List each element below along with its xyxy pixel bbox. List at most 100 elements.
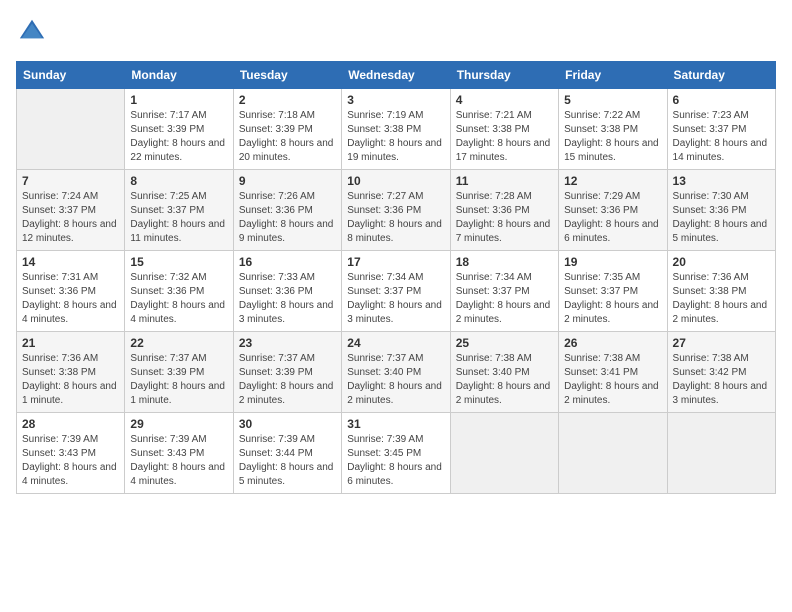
day-info: Sunrise: 7:38 AMSunset: 3:40 PMDaylight:…: [456, 352, 553, 408]
day-info: Sunrise: 7:34 AMSunset: 3:37 PMDaylight:…: [456, 271, 553, 327]
calendar-cell: 25 Sunrise: 7:38 AMSunset: 3:40 PMDayligh…: [450, 332, 558, 413]
day-info: Sunrise: 7:29 AMSunset: 3:36 PMDaylight:…: [564, 190, 661, 246]
day-number: 7: [22, 174, 119, 188]
calendar-cell: 21Sunrise: 7:36 AMSunset: 3:38 PMDayligh…: [17, 332, 125, 413]
day-info: Sunrise: 7:37 AMSunset: 3:39 PMDaylight:…: [239, 352, 336, 408]
day-number: 19: [564, 255, 661, 269]
calendar-cell: 19 Sunrise: 7:35 AMSunset: 3:37 PMDayligh…: [559, 251, 667, 332]
day-number: 14: [22, 255, 119, 269]
day-info: Sunrise: 7:38 AMSunset: 3:41 PMDaylight:…: [564, 352, 661, 408]
calendar-cell: 11 Sunrise: 7:28 AMSunset: 3:36 PMDayligh…: [450, 170, 558, 251]
day-number: 22: [130, 336, 227, 350]
day-number: 15: [130, 255, 227, 269]
calendar-cell: 4Sunrise: 7:21 AMSunset: 3:38 PMDaylight…: [450, 89, 558, 170]
calendar-cell: 8 Sunrise: 7:25 AMSunset: 3:37 PMDaylight…: [125, 170, 233, 251]
day-number: 6: [673, 93, 770, 107]
calendar-cell: [450, 413, 558, 494]
calendar-cell: 27Sunrise: 7:38 AMSunset: 3:42 PMDayligh…: [667, 332, 775, 413]
weekday-header-friday: Friday: [559, 62, 667, 89]
day-number: 16: [239, 255, 336, 269]
day-number: 20: [673, 255, 770, 269]
calendar-cell: 13 Sunrise: 7:30 AMSunset: 3:36 PMDayligh…: [667, 170, 775, 251]
weekday-header-tuesday: Tuesday: [233, 62, 341, 89]
day-number: 26: [564, 336, 661, 350]
day-number: 12: [564, 174, 661, 188]
calendar-cell: 7 Sunrise: 7:24 AMSunset: 3:37 PMDaylight…: [17, 170, 125, 251]
day-number: 28: [22, 417, 119, 431]
day-info: Sunrise: 7:38 AMSunset: 3:42 PMDaylight:…: [673, 352, 770, 408]
day-info: Sunrise: 7:37 AMSunset: 3:39 PMDaylight:…: [130, 352, 227, 408]
day-info: Sunrise: 7:18 AMSunset: 3:39 PMDaylight:…: [239, 109, 336, 165]
day-info: Sunrise: 7:31 AMSunset: 3:36 PMDaylight:…: [22, 271, 119, 327]
calendar-week-row: 28 Sunrise: 7:39 AMSunset: 3:43 PMDayligh…: [17, 413, 776, 494]
day-info: Sunrise: 7:36 AMSunset: 3:38 PMDaylight:…: [673, 271, 770, 327]
weekday-header-thursday: Thursday: [450, 62, 558, 89]
day-info: Sunrise: 7:22 AMSunset: 3:38 PMDaylight:…: [564, 109, 661, 165]
calendar-cell: 3 Sunrise: 7:19 AMSunset: 3:38 PMDaylight…: [342, 89, 450, 170]
calendar-cell: 10 Sunrise: 7:27 AMSunset: 3:36 PMDayligh…: [342, 170, 450, 251]
day-info: Sunrise: 7:30 AMSunset: 3:36 PMDaylight:…: [673, 190, 770, 246]
logo: [16, 16, 50, 49]
calendar-cell: 14 Sunrise: 7:31 AMSunset: 3:36 PMDayligh…: [17, 251, 125, 332]
calendar-cell: 2 Sunrise: 7:18 AMSunset: 3:39 PMDaylight…: [233, 89, 341, 170]
calendar-cell: 9 Sunrise: 7:26 AMSunset: 3:36 PMDaylight…: [233, 170, 341, 251]
day-info: Sunrise: 7:39 AMSunset: 3:45 PMDaylight:…: [347, 433, 444, 489]
day-info: Sunrise: 7:39 AMSunset: 3:43 PMDaylight:…: [130, 433, 227, 489]
calendar-cell: [559, 413, 667, 494]
day-number: 24: [347, 336, 444, 350]
calendar-cell: 16 Sunrise: 7:33 AMSunset: 3:36 PMDayligh…: [233, 251, 341, 332]
day-info: Sunrise: 7:34 AMSunset: 3:37 PMDaylight:…: [347, 271, 444, 327]
day-info: Sunrise: 7:35 AMSunset: 3:37 PMDaylight:…: [564, 271, 661, 327]
calendar-cell: 6 Sunrise: 7:23 AMSunset: 3:37 PMDaylight…: [667, 89, 775, 170]
calendar-table: SundayMondayTuesdayWednesdayThursdayFrid…: [16, 61, 776, 494]
weekday-header-monday: Monday: [125, 62, 233, 89]
day-info: Sunrise: 7:24 AMSunset: 3:37 PMDaylight:…: [22, 190, 119, 246]
day-info: Sunrise: 7:39 AMSunset: 3:44 PMDaylight:…: [239, 433, 336, 489]
weekday-header-wednesday: Wednesday: [342, 62, 450, 89]
calendar-cell: 18 Sunrise: 7:34 AMSunset: 3:37 PMDayligh…: [450, 251, 558, 332]
calendar-week-row: 1 Sunrise: 7:17 AMSunset: 3:39 PMDaylight…: [17, 89, 776, 170]
calendar-cell: 24 Sunrise: 7:37 AMSunset: 3:40 PMDayligh…: [342, 332, 450, 413]
day-number: 10: [347, 174, 444, 188]
page-header: [16, 16, 776, 49]
day-info: Sunrise: 7:37 AMSunset: 3:40 PMDaylight:…: [347, 352, 444, 408]
day-number: 2: [239, 93, 336, 107]
calendar-cell: 23 Sunrise: 7:37 AMSunset: 3:39 PMDayligh…: [233, 332, 341, 413]
day-info: Sunrise: 7:27 AMSunset: 3:36 PMDaylight:…: [347, 190, 444, 246]
day-info: Sunrise: 7:23 AMSunset: 3:37 PMDaylight:…: [673, 109, 770, 165]
calendar-week-row: 7 Sunrise: 7:24 AMSunset: 3:37 PMDaylight…: [17, 170, 776, 251]
day-number: 9: [239, 174, 336, 188]
calendar-cell: 29Sunrise: 7:39 AMSunset: 3:43 PMDayligh…: [125, 413, 233, 494]
day-number: 31: [347, 417, 444, 431]
weekday-header-sunday: Sunday: [17, 62, 125, 89]
weekday-header-row: SundayMondayTuesdayWednesdayThursdayFrid…: [17, 62, 776, 89]
calendar-week-row: 14 Sunrise: 7:31 AMSunset: 3:36 PMDayligh…: [17, 251, 776, 332]
calendar-cell: 15Sunrise: 7:32 AMSunset: 3:36 PMDayligh…: [125, 251, 233, 332]
calendar-cell: 22 Sunrise: 7:37 AMSunset: 3:39 PMDayligh…: [125, 332, 233, 413]
calendar-cell: 26 Sunrise: 7:38 AMSunset: 3:41 PMDayligh…: [559, 332, 667, 413]
day-info: Sunrise: 7:28 AMSunset: 3:36 PMDaylight:…: [456, 190, 553, 246]
day-info: Sunrise: 7:26 AMSunset: 3:36 PMDaylight:…: [239, 190, 336, 246]
day-info: Sunrise: 7:39 AMSunset: 3:43 PMDaylight:…: [22, 433, 119, 489]
day-number: 5: [564, 93, 661, 107]
day-info: Sunrise: 7:19 AMSunset: 3:38 PMDaylight:…: [347, 109, 444, 165]
calendar-cell: 1 Sunrise: 7:17 AMSunset: 3:39 PMDaylight…: [125, 89, 233, 170]
day-number: 25: [456, 336, 553, 350]
day-number: 18: [456, 255, 553, 269]
day-number: 4: [456, 93, 553, 107]
calendar-cell: 20 Sunrise: 7:36 AMSunset: 3:38 PMDayligh…: [667, 251, 775, 332]
day-info: Sunrise: 7:17 AMSunset: 3:39 PMDaylight:…: [130, 109, 227, 165]
calendar-cell: 28 Sunrise: 7:39 AMSunset: 3:43 PMDayligh…: [17, 413, 125, 494]
day-number: 1: [130, 93, 227, 107]
day-info: Sunrise: 7:25 AMSunset: 3:37 PMDaylight:…: [130, 190, 227, 246]
calendar-cell: 5 Sunrise: 7:22 AMSunset: 3:38 PMDaylight…: [559, 89, 667, 170]
day-number: 8: [130, 174, 227, 188]
day-number: 23: [239, 336, 336, 350]
day-number: 17: [347, 255, 444, 269]
day-number: 3: [347, 93, 444, 107]
day-number: 11: [456, 174, 553, 188]
day-number: 21: [22, 336, 119, 350]
day-number: 13: [673, 174, 770, 188]
day-info: Sunrise: 7:33 AMSunset: 3:36 PMDaylight:…: [239, 271, 336, 327]
logo-icon: [18, 16, 46, 44]
